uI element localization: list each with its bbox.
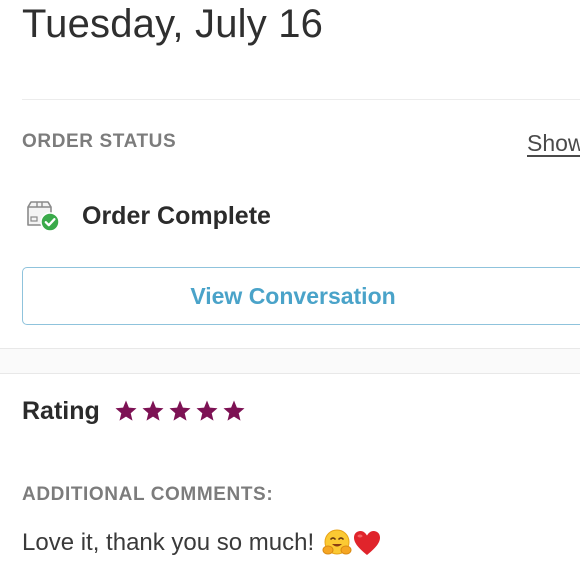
show-link[interactable]: Show — [527, 130, 580, 157]
view-conversation-label: View Conversation — [190, 282, 396, 309]
star-icon — [196, 400, 218, 421]
rating-label: Rating — [22, 396, 100, 425]
star-icon — [142, 400, 164, 421]
star-icon — [223, 400, 245, 421]
order-status-label: ORDER STATUS — [22, 131, 177, 152]
divider — [22, 99, 580, 100]
additional-comments-label: ADDITIONAL COMMENTS: — [22, 484, 274, 505]
star-icon — [115, 400, 137, 421]
star-rating — [114, 399, 246, 423]
order-status-row: Order Complete — [22, 198, 271, 234]
hugging-face-emoji-icon — [322, 528, 352, 558]
order-detail-page: Tuesday, July 16 ORDER STATUS Show Order… — [0, 0, 580, 580]
red-heart-emoji-icon — [352, 528, 382, 558]
order-date-title: Tuesday, July 16 — [22, 2, 324, 46]
view-conversation-button[interactable]: View Conversation — [22, 267, 580, 325]
review-comment-text: Love it, thank you so much! — [22, 529, 315, 556]
section-separator — [0, 348, 580, 374]
rating-row: Rating — [22, 394, 246, 428]
order-status-text: Order Complete — [82, 201, 271, 230]
star-icon — [169, 400, 191, 421]
package-check-icon — [22, 198, 62, 234]
review-comment: Love it, thank you so much! — [22, 527, 382, 559]
